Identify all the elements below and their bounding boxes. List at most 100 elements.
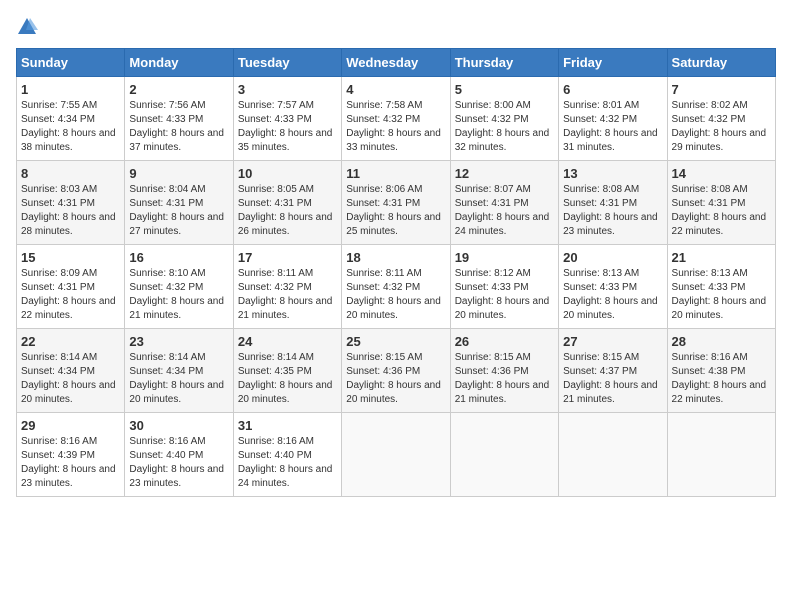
week-row-5: 29Sunrise: 8:16 AMSunset: 4:39 PMDayligh… — [17, 413, 776, 497]
calendar-cell: 21 Sunrise: 8:13 AMSunset: 4:33 PMDayligh… — [667, 245, 775, 329]
week-row-2: 8Sunrise: 8:03 AMSunset: 4:31 PMDaylight… — [17, 161, 776, 245]
logo-icon — [16, 16, 38, 38]
week-row-3: 15 Sunrise: 8:09 AMSunset: 4:31 PMDayligh… — [17, 245, 776, 329]
weekday-header-monday: Monday — [125, 49, 233, 77]
day-number: 16 — [129, 250, 228, 265]
cell-info: Sunrise: 8:08 AMSunset: 4:31 PMDaylight:… — [563, 183, 662, 239]
cell-info: Sunrise: 8:16 AMSunset: 4:40 PMDaylight:… — [238, 435, 337, 491]
day-number: 1 — [21, 82, 120, 97]
day-number: 21 — [672, 250, 771, 265]
calendar-cell: 10 Sunrise: 8:05 AMSunset: 4:31 PMDayligh… — [233, 161, 341, 245]
weekday-header-saturday: Saturday — [667, 49, 775, 77]
cell-info: Sunrise: 8:02 AMSunset: 4:32 PMDaylight:… — [672, 99, 771, 155]
calendar-cell: 31 Sunrise: 8:16 AMSunset: 4:40 PMDayligh… — [233, 413, 341, 497]
calendar-cell — [559, 413, 667, 497]
week-row-1: 1 Sunrise: 7:55 AMSunset: 4:34 PMDaylight… — [17, 77, 776, 161]
cell-info: Sunrise: 8:15 AMSunset: 4:36 PMDaylight:… — [455, 351, 554, 407]
calendar-cell: 26 Sunrise: 8:15 AMSunset: 4:36 PMDayligh… — [450, 329, 558, 413]
calendar-cell — [342, 413, 450, 497]
calendar-cell: 15 Sunrise: 8:09 AMSunset: 4:31 PMDayligh… — [17, 245, 125, 329]
cell-info: Sunrise: 7:55 AMSunset: 4:34 PMDaylight:… — [21, 99, 120, 155]
cell-info: Sunrise: 8:14 AMSunset: 4:35 PMDaylight:… — [238, 351, 337, 407]
calendar-cell: 7Sunrise: 8:02 AMSunset: 4:32 PMDaylight… — [667, 77, 775, 161]
cell-info: Sunrise: 8:00 AMSunset: 4:32 PMDaylight:… — [455, 99, 554, 155]
weekday-header-row: SundayMondayTuesdayWednesdayThursdayFrid… — [17, 49, 776, 77]
calendar-cell: 6 Sunrise: 8:01 AMSunset: 4:32 PMDaylight… — [559, 77, 667, 161]
day-number: 11 — [346, 166, 445, 181]
day-number: 20 — [563, 250, 662, 265]
day-number: 3 — [238, 82, 337, 97]
calendar-cell: 5Sunrise: 8:00 AMSunset: 4:32 PMDaylight… — [450, 77, 558, 161]
weekday-header-sunday: Sunday — [17, 49, 125, 77]
calendar-cell: 18 Sunrise: 8:11 AMSunset: 4:32 PMDayligh… — [342, 245, 450, 329]
cell-info: Sunrise: 8:05 AMSunset: 4:31 PMDaylight:… — [238, 183, 337, 239]
day-number: 31 — [238, 418, 337, 433]
day-number: 23 — [129, 334, 228, 349]
day-number: 26 — [455, 334, 554, 349]
calendar-cell: 28 Sunrise: 8:16 AMSunset: 4:38 PMDayligh… — [667, 329, 775, 413]
calendar-cell: 3 Sunrise: 7:57 AMSunset: 4:33 PMDaylight… — [233, 77, 341, 161]
calendar-cell: 19 Sunrise: 8:12 AMSunset: 4:33 PMDayligh… — [450, 245, 558, 329]
day-number: 6 — [563, 82, 662, 97]
calendar-cell: 2 Sunrise: 7:56 AMSunset: 4:33 PMDaylight… — [125, 77, 233, 161]
day-number: 27 — [563, 334, 662, 349]
cell-info: Sunrise: 8:10 AMSunset: 4:32 PMDaylight:… — [129, 267, 228, 323]
calendar-cell: 17Sunrise: 8:11 AMSunset: 4:32 PMDayligh… — [233, 245, 341, 329]
day-number: 9 — [129, 166, 228, 181]
calendar-cell: 24 Sunrise: 8:14 AMSunset: 4:35 PMDayligh… — [233, 329, 341, 413]
calendar-cell: 8Sunrise: 8:03 AMSunset: 4:31 PMDaylight… — [17, 161, 125, 245]
cell-info: Sunrise: 8:07 AMSunset: 4:31 PMDaylight:… — [455, 183, 554, 239]
cell-info: Sunrise: 8:01 AMSunset: 4:32 PMDaylight:… — [563, 99, 662, 155]
cell-info: Sunrise: 7:57 AMSunset: 4:33 PMDaylight:… — [238, 99, 337, 155]
day-number: 10 — [238, 166, 337, 181]
day-number: 28 — [672, 334, 771, 349]
weekday-header-friday: Friday — [559, 49, 667, 77]
calendar-cell: 20 Sunrise: 8:13 AMSunset: 4:33 PMDayligh… — [559, 245, 667, 329]
calendar-cell: 4 Sunrise: 7:58 AMSunset: 4:32 PMDaylight… — [342, 77, 450, 161]
calendar-cell: 30 Sunrise: 8:16 AMSunset: 4:40 PMDayligh… — [125, 413, 233, 497]
calendar-cell: 13Sunrise: 8:08 AMSunset: 4:31 PMDayligh… — [559, 161, 667, 245]
day-number: 25 — [346, 334, 445, 349]
cell-info: Sunrise: 8:15 AMSunset: 4:37 PMDaylight:… — [563, 351, 662, 407]
calendar-cell: 23Sunrise: 8:14 AMSunset: 4:34 PMDayligh… — [125, 329, 233, 413]
day-number: 14 — [672, 166, 771, 181]
calendar-cell: 9Sunrise: 8:04 AMSunset: 4:31 PMDaylight… — [125, 161, 233, 245]
cell-info: Sunrise: 8:11 AMSunset: 4:32 PMDaylight:… — [346, 267, 445, 323]
calendar-cell: 29Sunrise: 8:16 AMSunset: 4:39 PMDayligh… — [17, 413, 125, 497]
calendar-table: SundayMondayTuesdayWednesdayThursdayFrid… — [16, 48, 776, 497]
cell-info: Sunrise: 7:58 AMSunset: 4:32 PMDaylight:… — [346, 99, 445, 155]
cell-info: Sunrise: 8:08 AMSunset: 4:31 PMDaylight:… — [672, 183, 771, 239]
header — [16, 16, 776, 38]
calendar-cell: 12 Sunrise: 8:07 AMSunset: 4:31 PMDayligh… — [450, 161, 558, 245]
week-row-4: 22 Sunrise: 8:14 AMSunset: 4:34 PMDayligh… — [17, 329, 776, 413]
day-number: 12 — [455, 166, 554, 181]
cell-info: Sunrise: 8:14 AMSunset: 4:34 PMDaylight:… — [21, 351, 120, 407]
weekday-header-thursday: Thursday — [450, 49, 558, 77]
day-number: 18 — [346, 250, 445, 265]
cell-info: Sunrise: 8:16 AMSunset: 4:38 PMDaylight:… — [672, 351, 771, 407]
calendar-cell: 14 Sunrise: 8:08 AMSunset: 4:31 PMDayligh… — [667, 161, 775, 245]
day-number: 19 — [455, 250, 554, 265]
cell-info: Sunrise: 8:16 AMSunset: 4:40 PMDaylight:… — [129, 435, 228, 491]
cell-info: Sunrise: 8:13 AMSunset: 4:33 PMDaylight:… — [672, 267, 771, 323]
cell-info: Sunrise: 8:13 AMSunset: 4:33 PMDaylight:… — [563, 267, 662, 323]
day-number: 24 — [238, 334, 337, 349]
calendar-cell — [450, 413, 558, 497]
cell-info: Sunrise: 8:09 AMSunset: 4:31 PMDaylight:… — [21, 267, 120, 323]
day-number: 29 — [21, 418, 120, 433]
day-number: 17 — [238, 250, 337, 265]
day-number: 22 — [21, 334, 120, 349]
calendar-cell — [667, 413, 775, 497]
cell-info: Sunrise: 8:12 AMSunset: 4:33 PMDaylight:… — [455, 267, 554, 323]
day-number: 30 — [129, 418, 228, 433]
calendar-cell: 27 Sunrise: 8:15 AMSunset: 4:37 PMDayligh… — [559, 329, 667, 413]
cell-info: Sunrise: 8:15 AMSunset: 4:36 PMDaylight:… — [346, 351, 445, 407]
calendar-cell: 1 Sunrise: 7:55 AMSunset: 4:34 PMDaylight… — [17, 77, 125, 161]
day-number: 15 — [21, 250, 120, 265]
weekday-header-tuesday: Tuesday — [233, 49, 341, 77]
day-number: 2 — [129, 82, 228, 97]
calendar-cell: 11Sunrise: 8:06 AMSunset: 4:31 PMDayligh… — [342, 161, 450, 245]
calendar-cell: 16 Sunrise: 8:10 AMSunset: 4:32 PMDayligh… — [125, 245, 233, 329]
day-number: 4 — [346, 82, 445, 97]
cell-info: Sunrise: 7:56 AMSunset: 4:33 PMDaylight:… — [129, 99, 228, 155]
